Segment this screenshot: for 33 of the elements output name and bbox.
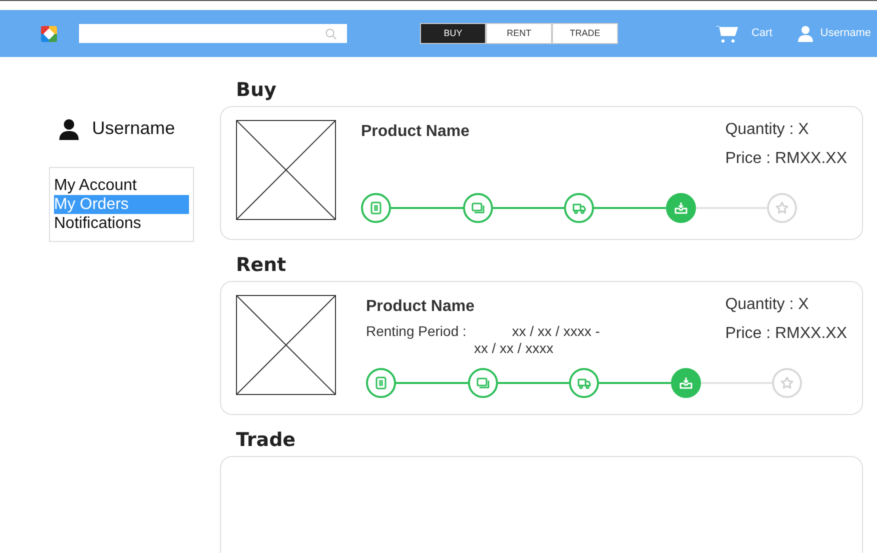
price: Price : RMXX.XX [725,324,847,344]
profile-name: Username [92,117,176,140]
inbox-icon [674,201,688,215]
period-start: xx / xx / xxxx - [511,323,600,340]
list-icon [369,201,383,215]
star-icon [780,376,794,390]
mode-tab[interactable]: TRADE [552,23,618,44]
quantity: Quantity : X [725,295,810,315]
user-icon [58,118,80,140]
truck-icon [577,376,591,390]
menu-item[interactable]: Notifications [54,214,189,233]
inbox-icon [678,376,692,390]
quantity: Quantity : X [725,120,810,140]
user-icon [797,25,814,42]
cash-icon [470,201,484,215]
cash-icon [476,376,490,390]
section-heading: Rent [235,253,288,278]
product-name: Product Name [366,297,476,317]
mode-tab[interactable]: BUY [420,23,486,44]
truck-icon [572,201,586,215]
price: Price : RMXX.XX [725,149,847,169]
menu-item[interactable]: My Account [54,176,189,195]
list-icon [374,376,388,390]
cart-icon [715,24,740,44]
section-heading: Trade [235,428,297,453]
section-heading: Buy [235,78,278,103]
star-icon [775,201,789,215]
search-icon [325,28,337,40]
period-end: xx / xx / xxxx [474,340,554,357]
product-name: Product Name [361,122,470,142]
mode-tab[interactable]: RENT [486,23,552,44]
period-label: Renting Period : [366,323,468,341]
search-field[interactable] [79,24,347,43]
